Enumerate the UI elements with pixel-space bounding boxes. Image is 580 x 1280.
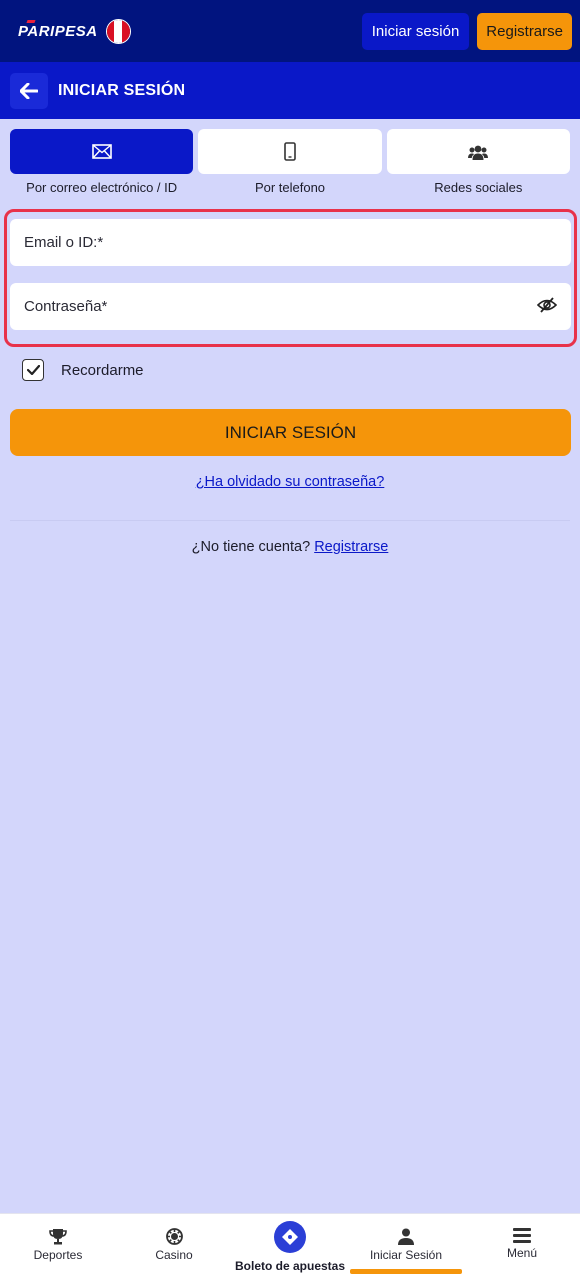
password-field[interactable]: Contraseña*	[10, 283, 571, 330]
register-link[interactable]: Registrarse	[314, 539, 388, 555]
tab-email-box[interactable]	[10, 129, 194, 174]
top-header: PARIPESA Iniciar sesión Registrarse	[0, 0, 580, 62]
nav-item-login[interactable]: Iniciar Sesión	[348, 1214, 464, 1280]
envelope-icon	[91, 144, 112, 159]
logo-text: PARIPESA	[18, 22, 98, 40]
email-placeholder: Email o ID:*	[24, 234, 104, 251]
nav-label-casino: Casino	[155, 1248, 193, 1262]
tab-phone-label: Por telefono	[254, 180, 326, 195]
bet-slip-circle[interactable]	[274, 1221, 306, 1253]
nav-item-casino[interactable]: Casino	[116, 1214, 232, 1280]
header-register-button[interactable]: Registrarse	[477, 12, 572, 50]
logo[interactable]: PARIPESA	[18, 19, 98, 40]
user-icon	[398, 1228, 414, 1245]
header-login-button[interactable]: Iniciar sesión	[361, 12, 470, 50]
tab-email-label: Por correo electrónico / ID	[26, 180, 178, 195]
page-title: INICIAR SESIÓN	[58, 81, 186, 99]
bottom-nav: Deportes Casino Boleto de apuestas Inici…	[0, 1213, 580, 1280]
active-indicator	[350, 1269, 462, 1274]
nav-label-menu: Menú	[506, 1246, 538, 1260]
login-method-tabs: Por correo electrónico / ID Por telefono…	[10, 129, 570, 195]
tab-phone[interactable]: Por telefono	[198, 129, 382, 195]
password-placeholder: Contraseña*	[24, 298, 108, 315]
remember-me[interactable]: Recordarme	[22, 359, 144, 381]
arrow-left-icon	[20, 82, 38, 99]
remember-checkbox[interactable]	[22, 359, 44, 381]
brand[interactable]: PARIPESA	[18, 18, 131, 44]
nav-item-deportes[interactable]: Deportes	[0, 1214, 116, 1280]
tab-social-label: Redes sociales	[434, 180, 523, 195]
tab-phone-box[interactable]	[198, 129, 382, 174]
tab-social-box[interactable]	[386, 129, 570, 174]
tab-social[interactable]: Redes sociales	[386, 129, 570, 195]
no-account-text: ¿No tiene cuenta?	[191, 539, 311, 555]
menu-icon	[513, 1228, 531, 1243]
email-field[interactable]: Email o ID:*	[10, 219, 571, 266]
forgot-password-link[interactable]: ¿Ha olvidado su contraseña?	[0, 474, 580, 490]
casino-chip-icon	[165, 1228, 183, 1245]
divider	[10, 520, 570, 521]
nav-item-menu[interactable]: Menú	[464, 1214, 580, 1280]
nav-item-bet-slip[interactable]: Boleto de apuestas	[232, 1214, 348, 1280]
eye-slash-icon[interactable]	[536, 297, 558, 317]
ticket-icon	[282, 1229, 298, 1245]
no-account-row: ¿No tiene cuenta? Registrarse	[0, 539, 580, 555]
nav-label-login: Iniciar Sesión	[369, 1248, 443, 1262]
remember-label: Recordarme	[61, 361, 144, 379]
back-button[interactable]	[10, 72, 48, 109]
tab-email[interactable]: Por correo electrónico / ID	[10, 129, 194, 195]
nav-label-deportes: Deportes	[33, 1248, 83, 1262]
check-icon	[26, 365, 40, 375]
logo-accent	[26, 19, 36, 23]
sub-header: INICIAR SESIÓN	[0, 62, 580, 119]
submit-login-button[interactable]: INICIAR SESIÓN	[10, 409, 571, 456]
phone-icon	[284, 142, 296, 161]
nav-label-bet-slip: Boleto de apuestas	[234, 1259, 346, 1273]
peru-flag-icon[interactable]	[105, 18, 131, 44]
trophy-icon	[49, 1229, 67, 1245]
users-icon	[468, 145, 489, 160]
